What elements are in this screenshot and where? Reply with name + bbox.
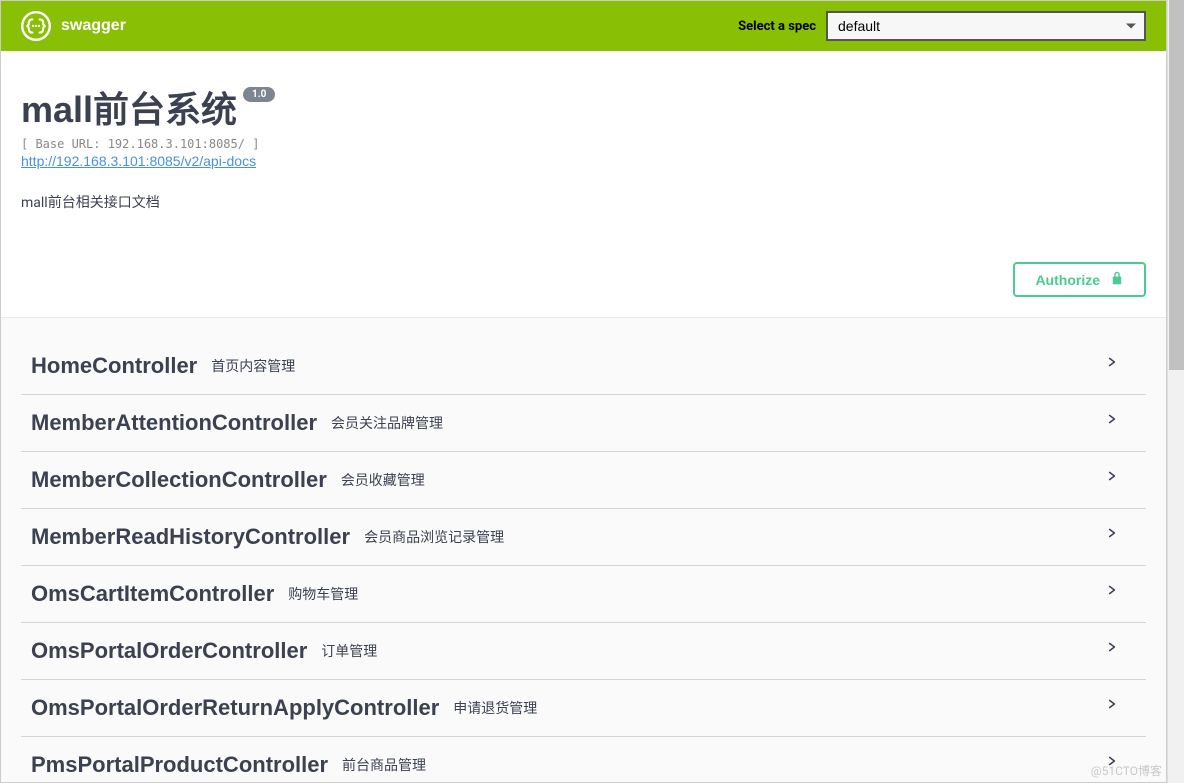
tag-header[interactable]: MemberReadHistoryController 会员商品浏览记录管理 (21, 509, 1146, 565)
tag-description: 首页内容管理 (211, 356, 1106, 376)
swagger-logo-text: swagger (61, 17, 126, 35)
scheme-container: Authorize (1, 242, 1166, 318)
chevron-right-icon (1106, 356, 1126, 376)
tag-name: PmsPortalProductController (31, 752, 328, 778)
tag-description: 申请退货管理 (453, 698, 1106, 718)
tag-header[interactable]: PmsPortalProductController 前台商品管理 (21, 737, 1146, 783)
chevron-right-icon (1106, 584, 1126, 604)
chevron-right-icon (1106, 527, 1126, 547)
chevron-right-icon (1106, 641, 1126, 661)
tag-name: MemberCollectionController (31, 467, 327, 493)
api-info: mall前台系统 1.0 [ Base URL: 192.168.3.101:8… (1, 51, 1166, 242)
tag-name: OmsPortalOrderReturnApplyController (31, 695, 439, 721)
tag-section: OmsPortalOrderReturnApplyController 申请退货管… (21, 680, 1146, 737)
topbar: swagger Select a spec default (1, 1, 1166, 51)
tag-header[interactable]: OmsCartItemController 购物车管理 (21, 566, 1146, 622)
api-description: mall前台相关接口文档 (21, 192, 1146, 212)
api-title: mall前台系统 (21, 81, 237, 133)
lock-icon (1110, 271, 1124, 288)
tag-description: 订单管理 (321, 641, 1106, 661)
spec-selector-label: Select a spec (738, 19, 816, 34)
tag-description: 会员关注品牌管理 (331, 413, 1106, 433)
chevron-right-icon (1106, 413, 1126, 433)
api-docs-link[interactable]: http://192.168.3.101:8085/v2/api-docs (21, 153, 256, 169)
scrollbar-track[interactable] (1167, 0, 1184, 783)
tag-header[interactable]: MemberAttentionController 会员关注品牌管理 (21, 395, 1146, 451)
tag-name: OmsPortalOrderController (31, 638, 307, 664)
tag-section: OmsPortalOrderController 订单管理 (21, 623, 1146, 680)
tag-header[interactable]: MemberCollectionController 会员收藏管理 (21, 452, 1146, 508)
swagger-logo-icon (21, 11, 51, 41)
tag-section: PmsPortalProductController 前台商品管理 (21, 737, 1146, 783)
tag-description: 购物车管理 (288, 584, 1106, 604)
tag-section: MemberCollectionController 会员收藏管理 (21, 452, 1146, 509)
tag-section: MemberReadHistoryController 会员商品浏览记录管理 (21, 509, 1146, 566)
authorize-button[interactable]: Authorize (1013, 262, 1146, 297)
scrollbar-thumb[interactable] (1169, 0, 1184, 370)
tag-description: 会员收藏管理 (341, 470, 1106, 490)
tag-header[interactable]: HomeController 首页内容管理 (21, 338, 1146, 394)
api-version-badge: 1.0 (243, 87, 275, 102)
spec-selector: Select a spec default (738, 11, 1146, 41)
tag-name: MemberAttentionController (31, 410, 317, 436)
chevron-right-icon (1106, 698, 1126, 718)
tag-name: OmsCartItemController (31, 581, 274, 607)
chevron-right-icon (1106, 470, 1126, 490)
tags-container: HomeController 首页内容管理 MemberAttentionContr… (1, 318, 1166, 783)
spec-select[interactable]: default (826, 11, 1146, 41)
tag-section: OmsCartItemController 购物车管理 (21, 566, 1146, 623)
tag-name: HomeController (31, 353, 197, 379)
tag-header[interactable]: OmsPortalOrderController 订单管理 (21, 623, 1146, 679)
tag-section: HomeController 首页内容管理 (21, 338, 1146, 395)
tag-header[interactable]: OmsPortalOrderReturnApplyController 申请退货管… (21, 680, 1146, 736)
tag-description: 前台商品管理 (342, 755, 1106, 775)
base-url: [ Base URL: 192.168.3.101:8085/ ] (21, 137, 1146, 151)
watermark: @51CTO博客 (1091, 762, 1162, 779)
tag-section: MemberAttentionController 会员关注品牌管理 (21, 395, 1146, 452)
main-scroll-container[interactable]: swagger Select a spec default mall前台系统 1… (0, 0, 1167, 783)
authorize-label: Authorize (1035, 272, 1100, 288)
tag-description: 会员商品浏览记录管理 (364, 527, 1106, 547)
tag-name: MemberReadHistoryController (31, 524, 350, 550)
swagger-logo: swagger (21, 11, 126, 41)
